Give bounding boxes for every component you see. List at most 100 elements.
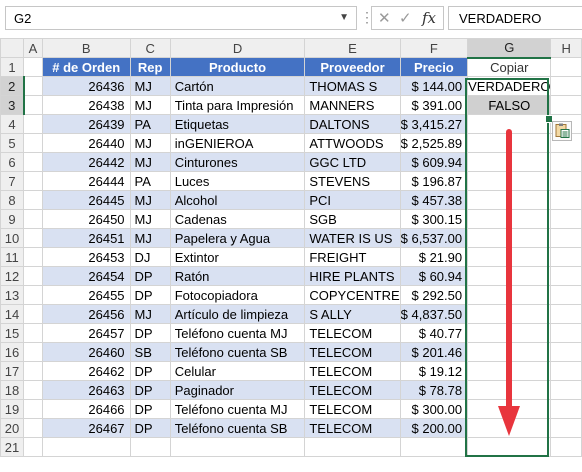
cell-h[interactable] (550, 95, 582, 115)
cell-proveedor[interactable]: PCI (304, 190, 401, 210)
column-header-c[interactable]: C (129, 38, 171, 58)
cell-a[interactable] (23, 209, 43, 229)
cell-h[interactable] (550, 209, 582, 229)
cell-proveedor[interactable]: THOMAS S (304, 76, 401, 96)
cell-proveedor[interactable]: FREIGHT (304, 247, 401, 267)
cell-orden[interactable]: 26442 (41, 152, 131, 172)
insert-function-icon[interactable]: fx (422, 9, 436, 27)
column-header-b[interactable]: B (41, 38, 131, 58)
cell-rep[interactable]: DP (129, 266, 171, 286)
cell-producto[interactable]: Ratón (169, 266, 306, 286)
cell-producto[interactable]: Artículo de limpieza (169, 304, 306, 324)
cell-rep[interactable]: DP (129, 323, 171, 343)
cell-a[interactable] (23, 133, 43, 153)
cell-h[interactable] (550, 76, 582, 96)
cell-proveedor[interactable]: TELECOM (304, 361, 401, 381)
cell-orden[interactable]: 26454 (41, 266, 131, 286)
cell-proveedor[interactable]: MANNERS (304, 95, 401, 115)
cell-producto[interactable]: Luces (169, 171, 306, 191)
row-header[interactable]: 1 (0, 57, 25, 77)
cell-precio[interactable]: $ 609.94 (399, 152, 469, 172)
cell-a[interactable] (23, 399, 43, 419)
cell-proveedor[interactable]: TELECOM (304, 380, 401, 400)
cell-orden[interactable]: 26450 (41, 209, 131, 229)
name-box[interactable]: G2 ▼ (5, 6, 357, 30)
cell-producto[interactable]: Papelera y Agua (169, 228, 306, 248)
cell-orden[interactable]: 26453 (41, 247, 131, 267)
cell-proveedor[interactable]: DALTONS (304, 114, 401, 134)
row-header[interactable]: 10 (0, 228, 25, 248)
cell-h[interactable] (550, 152, 582, 172)
row-header[interactable]: 14 (0, 304, 25, 324)
empty-cell[interactable] (169, 437, 306, 457)
cell-a[interactable] (23, 285, 43, 305)
cell-copiar[interactable] (467, 437, 552, 457)
cell-precio[interactable]: $ 457.38 (399, 190, 469, 210)
cell-rep[interactable]: SB (129, 342, 171, 362)
cell-proveedor[interactable]: TELECOM (304, 342, 401, 362)
cell-a[interactable] (23, 114, 43, 134)
row-header[interactable]: 13 (0, 285, 25, 305)
column-header-e[interactable]: E (304, 38, 401, 58)
cell-rep[interactable]: MJ (129, 228, 171, 248)
header-copiar[interactable]: Copiar (467, 57, 552, 77)
cell-copiar[interactable]: FALSO (467, 95, 552, 115)
cell-precio[interactable]: $ 201.46 (399, 342, 469, 362)
cell-a[interactable] (23, 380, 43, 400)
column-header-a[interactable]: A (23, 38, 43, 58)
cell-proveedor[interactable]: GGC LTD (304, 152, 401, 172)
cell-producto[interactable]: Teléfono cuenta MJ (169, 323, 306, 343)
cell-precio[interactable]: $ 196.87 (399, 171, 469, 191)
cell-h[interactable] (550, 171, 582, 191)
cell-a[interactable] (23, 152, 43, 172)
cell-a[interactable] (23, 247, 43, 267)
cell-h[interactable] (550, 228, 582, 248)
cell-rep[interactable]: MJ (129, 209, 171, 229)
header-producto[interactable]: Producto (169, 57, 306, 77)
cell-a[interactable] (23, 437, 43, 457)
cell-h[interactable] (550, 399, 582, 419)
column-header-f[interactable]: F (399, 38, 469, 58)
cell-producto[interactable]: Teléfono cuenta MJ (169, 399, 306, 419)
cell-rep[interactable]: DP (129, 285, 171, 305)
header-proveedor[interactable]: Proveedor (304, 57, 401, 77)
auto-fill-options-button[interactable] (552, 121, 572, 141)
empty-cell[interactable] (41, 437, 131, 457)
cell-orden[interactable]: 26455 (41, 285, 131, 305)
cell-producto[interactable]: Tinta para Impresión (169, 95, 306, 115)
cell-precio[interactable]: $ 60.94 (399, 266, 469, 286)
row-header[interactable]: 5 (0, 133, 25, 153)
cell-producto[interactable]: Fotocopiadora (169, 285, 306, 305)
cell-proveedor[interactable]: COPYCENTRE (304, 285, 401, 305)
cell-proveedor[interactable]: SGB (304, 209, 401, 229)
empty-cell[interactable] (129, 437, 171, 457)
cell-producto[interactable]: Alcohol (169, 190, 306, 210)
row-header[interactable]: 8 (0, 190, 25, 210)
cell-a[interactable] (23, 57, 43, 77)
cell-producto[interactable]: Teléfono cuenta SB (169, 342, 306, 362)
cell-h[interactable] (550, 342, 582, 362)
header-orden[interactable]: # de Orden (41, 57, 131, 77)
cell-orden[interactable]: 26438 (41, 95, 131, 115)
cell-orden[interactable]: 26467 (41, 418, 131, 438)
cell-orden[interactable]: 26444 (41, 171, 131, 191)
cell-a[interactable] (23, 323, 43, 343)
cell-a[interactable] (23, 190, 43, 210)
cell-precio[interactable]: $ 300.15 (399, 209, 469, 229)
row-header[interactable]: 6 (0, 152, 25, 172)
cell-rep[interactable]: MJ (129, 304, 171, 324)
x-icon[interactable]: ✕ (378, 9, 391, 27)
cell-proveedor[interactable]: HIRE PLANTS (304, 266, 401, 286)
cell-precio[interactable]: $ 391.00 (399, 95, 469, 115)
cell-rep[interactable]: MJ (129, 152, 171, 172)
cell-rep[interactable]: DP (129, 399, 171, 419)
cell-precio[interactable]: $ 6,537.00 (399, 228, 469, 248)
cell-orden[interactable]: 26451 (41, 228, 131, 248)
cell-orden[interactable]: 26440 (41, 133, 131, 153)
cell-producto[interactable]: Extintor (169, 247, 306, 267)
select-all-corner[interactable] (0, 38, 25, 58)
cell-producto[interactable]: Etiquetas (169, 114, 306, 134)
cell-h[interactable] (550, 266, 582, 286)
cell-a[interactable] (23, 266, 43, 286)
cell-h[interactable] (550, 380, 582, 400)
